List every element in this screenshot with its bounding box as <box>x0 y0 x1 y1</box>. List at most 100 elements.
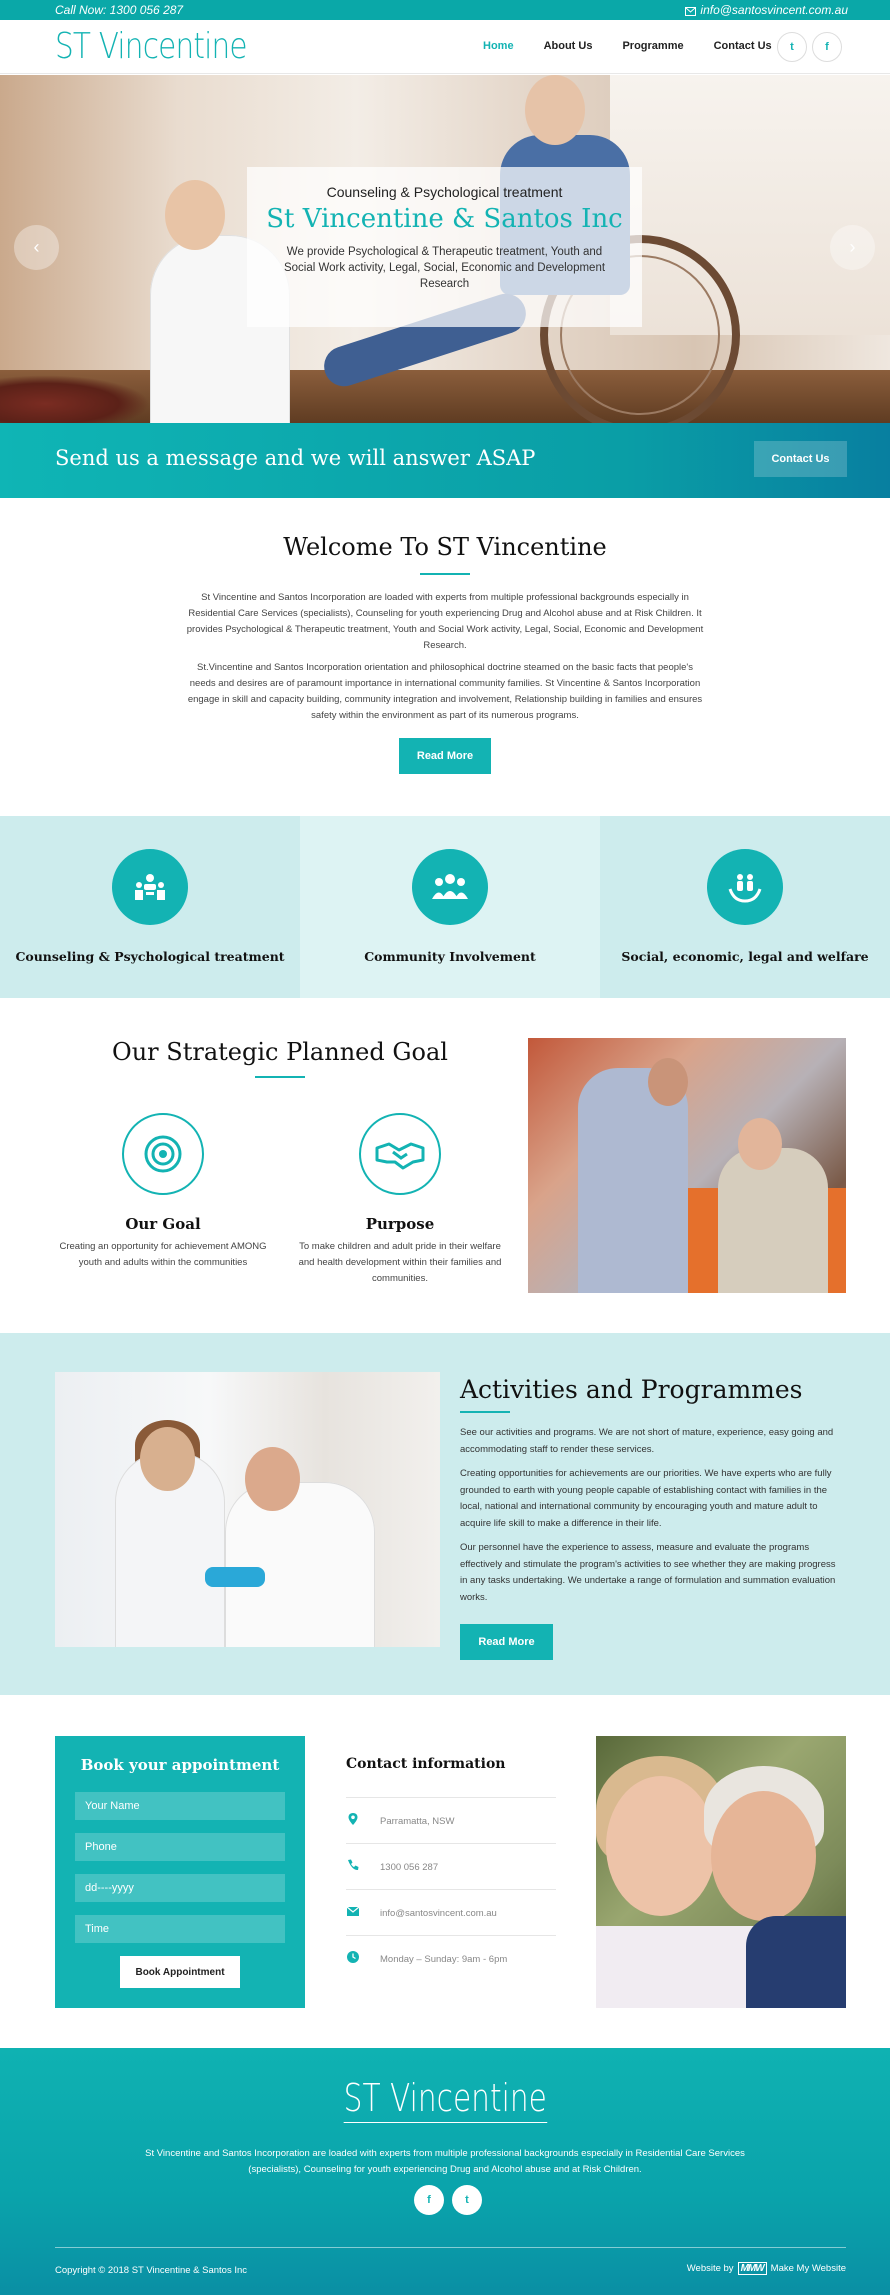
photo-nurse-head <box>648 1058 688 1106</box>
twitter-icon[interactable]: t <box>452 2185 482 2215</box>
phone-input[interactable]: Phone <box>75 1833 285 1861</box>
copyright-text: Copyright © 2018 ST Vincentine & Santos … <box>55 2265 248 2276</box>
cta-message: Send us a message and we will answer ASA… <box>55 446 536 470</box>
clock-icon <box>347 1951 359 1963</box>
call-now-text[interactable]: Call Now: 1300 056 287 <box>55 3 183 17</box>
footer-description: St Vincentine and Santos Incorporation a… <box>145 2148 745 2175</box>
photo-dumbbell <box>205 1567 265 1587</box>
contact-value: Monday – Sunday: 9am - 6pm <box>380 1954 508 1965</box>
photo-woman-head <box>140 1427 195 1491</box>
make-my-website-link[interactable]: Make My Website <box>771 2263 846 2274</box>
hero-caption: Counseling & Psychological treatment St … <box>247 167 642 327</box>
website-credit[interactable]: Website by MMW Make My Website <box>687 2262 846 2275</box>
target-icon <box>122 1113 204 1195</box>
exercise-photo <box>55 1372 440 1647</box>
slider-next-button[interactable]: › <box>830 225 875 270</box>
hero-title: St Vincentine & Santos Inc <box>266 204 623 234</box>
activities-read-more-button[interactable]: Read More <box>460 1624 553 1660</box>
hero-subtitle: Counseling & Psychological treatment <box>326 184 563 200</box>
hero-photo-patient-head <box>525 75 585 145</box>
nurse-serving-photo <box>528 1038 846 1293</box>
main-nav: Home About Us Programme Contact Us <box>483 40 802 52</box>
title-underline <box>460 1411 510 1413</box>
date-input[interactable]: dd----yyyy <box>75 1874 285 1902</box>
nav-about-us[interactable]: About Us <box>544 40 593 52</box>
photo-woman-1-face <box>606 1776 716 1916</box>
feature-label: Community Involvement <box>364 949 536 964</box>
top-bar: Call Now: 1300 056 287 info@santosvincen… <box>0 0 890 20</box>
contact-value: Parramatta, NSW <box>380 1816 455 1827</box>
site-logo[interactable]: ST Vincentine <box>55 26 248 67</box>
goal-item-our-goal: Our Goal Creating an opportunity for ach… <box>53 1113 273 1271</box>
welcome-paragraph-1: St Vincentine and Santos Incorporation a… <box>186 592 704 651</box>
feature-community[interactable]: Community Involvement <box>300 816 600 998</box>
contact-us-button[interactable]: Contact Us <box>754 441 847 477</box>
contact-hours-row: Monday – Sunday: 9am - 6pm <box>346 1935 556 1981</box>
contact-address-row: Parramatta, NSW <box>346 1797 556 1843</box>
contact-email-row: info@santosvincent.com.au <box>346 1889 556 1935</box>
top-email[interactable]: info@santosvincent.com.au <box>685 3 848 17</box>
phone-icon <box>348 1859 359 1871</box>
contact-value[interactable]: info@santosvincent.com.au <box>380 1908 497 1919</box>
feature-label: Counseling & Psychological treatment <box>15 949 285 964</box>
community-icon <box>412 849 488 925</box>
welfare-icon <box>707 849 783 925</box>
activities-text: See our activities and programs. We are … <box>460 1425 845 1660</box>
twitter-icon[interactable]: t <box>777 32 807 62</box>
make-my-website-logo: MMW <box>737 2262 767 2275</box>
website-by-label: Website by <box>686 2263 734 2274</box>
welcome-section: Welcome To ST Vincentine St Vincentine a… <box>0 498 890 816</box>
nav-contact-us[interactable]: Contact Us <box>714 40 772 52</box>
hero-photo-carer-head <box>165 180 225 250</box>
photo-elderly-man <box>225 1482 375 1647</box>
nav-programme[interactable]: Programme <box>622 40 683 52</box>
activities-paragraph-2: Creating opportunities for achievements … <box>460 1468 832 1529</box>
two-women-photo <box>596 1736 846 2008</box>
location-pin-icon <box>348 1813 358 1825</box>
feature-label: Social, economic, legal and welfare <box>621 949 869 964</box>
footer-logo[interactable]: ST Vincentine <box>0 2076 890 2123</box>
photo-clothing-dark <box>746 1916 846 2008</box>
hero-description: We provide Psychological & Therapeutic t… <box>283 246 606 290</box>
appointment-form: Book your appointment Your Name Phone dd… <box>55 1736 305 2008</box>
goal-item-purpose: Purpose To make children and adult pride… <box>290 1113 510 1287</box>
feature-welfare[interactable]: Social, economic, legal and welfare <box>600 816 890 998</box>
welcome-title: Welcome To ST Vincentine <box>283 533 607 561</box>
goal-item-title: Our Goal <box>125 1215 201 1233</box>
envelope-icon <box>346 1906 360 1916</box>
top-email-text: info@santosvincent.com.au <box>700 3 848 17</box>
name-input[interactable]: Your Name <box>75 1792 285 1820</box>
facebook-icon[interactable]: f <box>414 2185 444 2215</box>
activities-paragraph-1: See our activities and programs. We are … <box>460 1427 834 1455</box>
site-footer: ST Vincentine St Vincentine and Santos I… <box>0 2048 890 2295</box>
facebook-icon[interactable]: f <box>812 32 842 62</box>
hero-slider: Counseling & Psychological treatment St … <box>0 75 890 423</box>
welcome-paragraph-2: St.Vincentine and Santos Incorporation o… <box>187 662 703 721</box>
title-underline <box>420 573 470 575</box>
goal-section-title: Our Strategic Planned Goal <box>112 1038 448 1066</box>
welcome-read-more-button[interactable]: Read More <box>399 738 491 774</box>
contact-value[interactable]: 1300 056 287 <box>380 1862 438 1873</box>
handshake-icon <box>359 1113 441 1195</box>
footer-logo-text: ST Vincentine <box>343 2076 547 2123</box>
contact-information: Contact information Parramatta, NSW 1300… <box>346 1736 556 1981</box>
strategic-goal-section: Our Strategic Planned Goal Our Goal Crea… <box>0 998 890 1333</box>
cta-banner: Send us a message and we will answer ASA… <box>0 423 890 498</box>
feature-counseling[interactable]: Counseling & Psychological treatment <box>0 816 300 998</box>
photo-woman-2-face <box>711 1791 816 1921</box>
photo-elderly-man-head <box>245 1447 300 1511</box>
activities-section: Activities and Programmes See our activi… <box>0 1333 890 1695</box>
envelope-icon <box>685 7 697 16</box>
time-input[interactable]: Time <box>75 1915 285 1943</box>
goal-item-text: To make children and adult pride in thei… <box>298 1241 502 1284</box>
activities-paragraph-3: Our personnel have the experience to ass… <box>460 1542 836 1603</box>
site-header: ST Vincentine Home About Us Programme Co… <box>0 20 890 74</box>
nav-home[interactable]: Home <box>483 40 514 52</box>
slider-prev-button[interactable]: ‹ <box>14 225 59 270</box>
goal-item-text: Creating an opportunity for achievement … <box>59 1241 267 1268</box>
book-appointment-button[interactable]: Book Appointment <box>120 1956 240 1988</box>
goal-item-title: Purpose <box>365 1215 435 1233</box>
contact-title: Contact information <box>346 1756 506 1772</box>
photo-elderly-man-head <box>738 1118 782 1170</box>
activities-title: Activities and Programmes <box>460 1375 803 1404</box>
